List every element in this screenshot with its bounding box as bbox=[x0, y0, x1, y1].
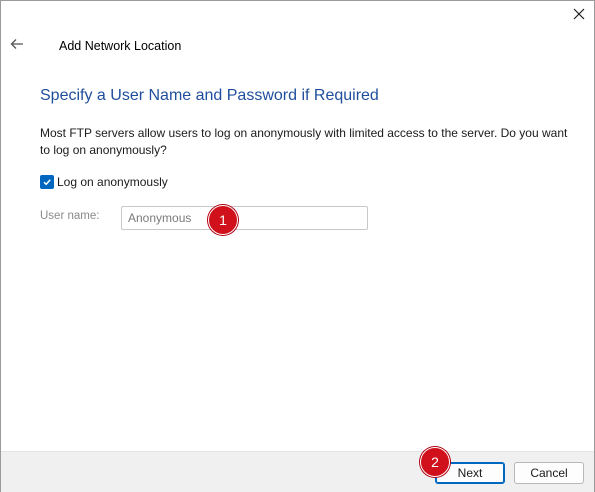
close-icon bbox=[573, 7, 585, 25]
close-button[interactable] bbox=[565, 3, 593, 29]
username-value: Anonymous bbox=[128, 211, 192, 225]
cancel-button[interactable]: Cancel bbox=[514, 462, 584, 484]
dialog-footer: Next Cancel bbox=[1, 451, 594, 492]
wizard-title: Add Network Location bbox=[59, 39, 182, 53]
username-label: User name: bbox=[40, 210, 100, 222]
log-on-anonymously-label: Log on anonymously bbox=[57, 175, 168, 189]
log-on-anonymously-checkbox[interactable] bbox=[40, 175, 54, 189]
annotation-badge-2: 2 bbox=[420, 447, 450, 477]
log-on-anonymously-option[interactable]: Log on anonymously bbox=[40, 175, 168, 189]
checkmark-icon bbox=[43, 179, 51, 186]
back-arrow-icon bbox=[10, 37, 24, 55]
back-button[interactable] bbox=[7, 36, 27, 56]
page-description: Most FTP servers allow users to log on a… bbox=[40, 126, 568, 157]
username-input[interactable]: Anonymous bbox=[121, 206, 368, 230]
page-heading: Specify a User Name and Password if Requ… bbox=[40, 87, 379, 104]
annotation-badge-1: 1 bbox=[208, 205, 238, 235]
dialog-window: Add Network Location Specify a User Name… bbox=[0, 0, 595, 492]
